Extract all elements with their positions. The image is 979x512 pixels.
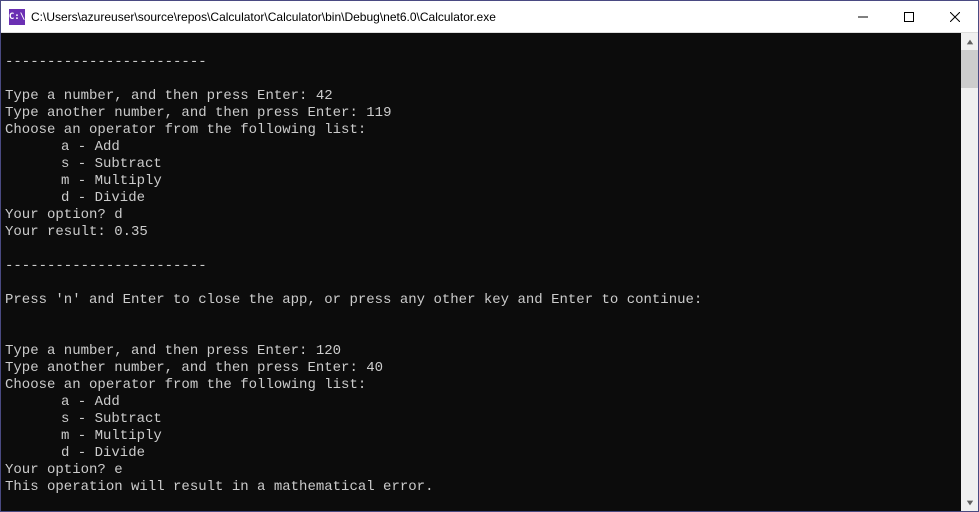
maximize-button[interactable] [886,1,932,32]
window-titlebar: C:\ C:\Users\azureuser\source\repos\Calc… [1,1,978,33]
option-value: d [114,207,122,223]
continue-prompt: Press 'n' and Enter to close the app, or… [5,292,711,308]
prompt-number-2: Type another number, and then press Ente… [5,105,366,121]
result-value: 0.35 [114,224,148,240]
separator-line: ------------------------ [5,54,207,70]
option-value: e [114,462,122,478]
result-label: Your result: [5,224,114,240]
prompt-number-1: Type a number, and then press Enter: [5,343,316,359]
minimize-button[interactable] [840,1,886,32]
operator-option-divide: d - Divide [61,445,145,462]
error-line: This operation will result in a mathemat… [5,479,433,495]
option-prompt: Your option? [5,207,114,223]
console-output[interactable]: ------------------------ Type a number, … [1,33,961,511]
input-value-2: 40 [366,360,383,376]
operator-option-add: a - Add [61,139,120,156]
prompt-number-2: Type another number, and then press Ente… [5,360,366,376]
operator-option-multiply: m - Multiply [61,428,162,445]
close-button[interactable] [932,1,978,32]
scroll-up-button[interactable] [961,33,978,50]
separator-line: ------------------------ [5,258,207,274]
app-icon: C:\ [9,9,25,25]
operator-option-subtract: s - Subtract [61,156,162,173]
choose-operator-line: Choose an operator from the following li… [5,122,366,138]
operator-option-subtract: s - Subtract [61,411,162,428]
scroll-down-button[interactable] [961,494,978,511]
input-value-2: 119 [366,105,391,121]
window-controls [840,1,978,32]
input-value-1: 120 [316,343,341,359]
operator-option-multiply: m - Multiply [61,173,162,190]
input-value-1: 42 [316,88,333,104]
console-area: ------------------------ Type a number, … [1,33,978,511]
prompt-number-1: Type a number, and then press Enter: [5,88,316,104]
scroll-thumb[interactable] [961,50,978,88]
option-prompt: Your option? [5,462,114,478]
operator-option-add: a - Add [61,394,120,411]
window-title: C:\Users\azureuser\source\repos\Calculat… [31,10,840,24]
operator-option-divide: d - Divide [61,190,145,207]
choose-operator-line: Choose an operator from the following li… [5,377,366,393]
vertical-scrollbar[interactable] [961,33,978,511]
